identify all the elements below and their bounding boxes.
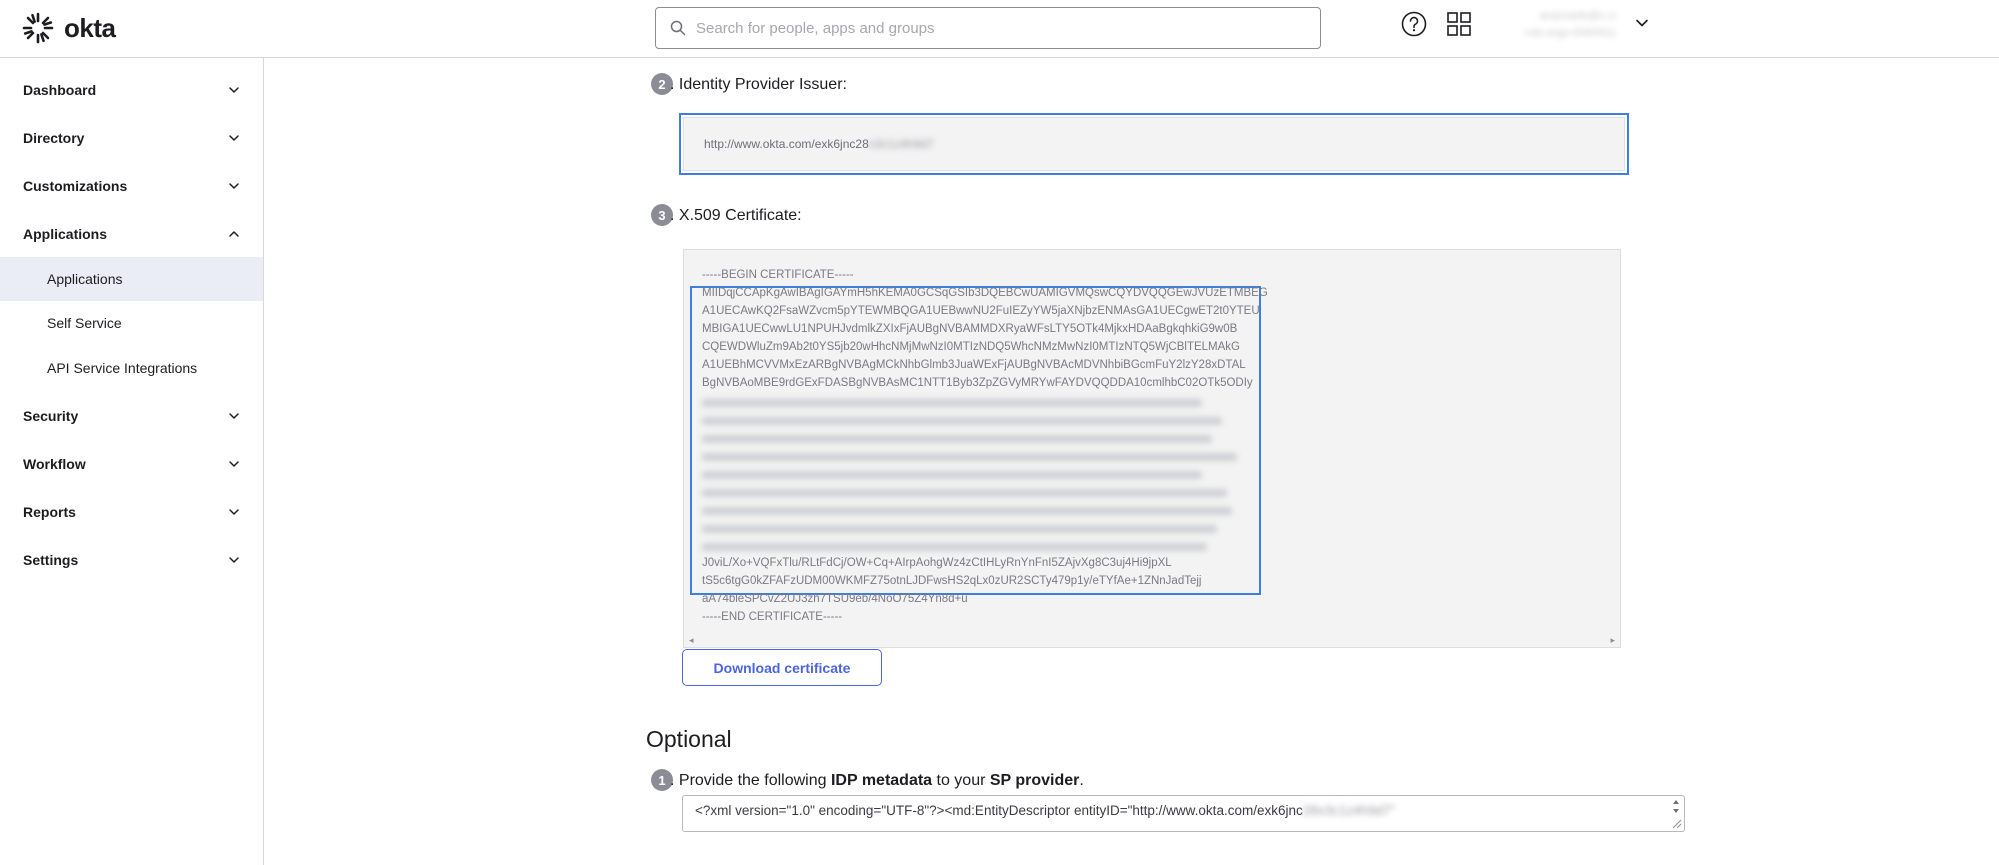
optional-section-title: Optional [646,726,732,752]
user-org: ruls-sogn-8484911 [1525,27,1616,39]
sidebar-item-workflow[interactable]: Workflow [0,444,263,484]
cert-begin-line: -----BEGIN CERTIFICATE----- [702,269,854,281]
metadata-value-redacted: 28x3c1z4h9d7" [1302,803,1396,818]
chevron-down-icon [229,413,239,419]
user-email: anarosefe@c.ci [1539,10,1616,22]
cert-line: J0viL/Xo+VQFxTlu/RLtFdCj/OW+Cq+AIrpAohgW… [702,557,1172,569]
sidebar-subitem-self-service[interactable]: Self Service [0,301,263,345]
sidebar-item-label: Reports [23,504,76,520]
instruction-idp-metadata: IDP metadata [830,772,933,789]
cert-line: CQEWDWluZm9Ab2t0YS5jb20wHhcNMjMwNzI0MTIz… [702,341,1241,353]
global-search[interactable] [655,7,1321,49]
chevron-down-icon [229,461,239,467]
idp-metadata-textarea[interactable]: <?xml version="1.0" encoding="UTF-8"?><m… [682,795,1685,832]
sidebar-item-customizations[interactable]: Customizations [0,166,263,206]
cert-line: MIIDqjCCApKgAwIBAgIGAYmH5hKEMA0GCSqGSIb3… [702,287,1268,299]
issuer-value-redacted: x3c1z4h9d7 [868,137,934,151]
cert-line: BgNVBAoMBE9rdGExFDASBgNVBAsMC1NTT1Byb3Zp… [702,377,1253,389]
okta-logo[interactable]: okta [22,12,116,44]
help-icon[interactable] [1400,10,1428,38]
horizontal-scrollbar[interactable]: ◂ ▸ [684,633,1620,647]
cert-redacted-line [702,399,1202,407]
cert-redacted-line [702,417,1222,425]
identity-provider-issuer-label: . Identity Provider Issuer: [670,76,847,93]
top-header: okta anarosefe@c.ci ruls-sogn-8484911 [0,0,1999,58]
sidebar-item-label: Workflow [23,456,86,472]
app-grid-icon[interactable] [1445,10,1473,38]
chevron-down-icon [229,87,239,93]
cert-line: MBIGA1UECwwLU1NPUHJvdmlkZXIxFjAUBgNVBAMM… [702,323,1238,335]
sidebar-subitem-label: Applications [47,271,123,287]
sidebar-item-label: Applications [23,226,108,242]
user-menu[interactable]: anarosefe@c.ci ruls-sogn-8484911 [1486,8,1616,44]
cert-redacted-line [702,453,1237,461]
x509-certificate-label: . X.509 Certificate: [670,207,802,224]
cert-line: aA74bleSPCvZ2UJ3zh7TSU9eb/4NoO75Z4Yn8d+u [702,593,968,605]
scroll-left-icon[interactable]: ◂ [689,635,694,646]
sidebar-item-directory[interactable]: Directory [0,118,263,158]
instruction-sp-provider: SP provider [989,772,1080,789]
metadata-value: <?xml version="1.0" encoding="UTF-8"?><m… [695,803,1303,818]
issuer-field[interactable]: http://www.okta.com/exk6jnc28 x3c1z4h9d7 [679,113,1629,175]
cert-redacted-line [702,435,1212,443]
chevron-down-icon [229,557,239,563]
sidebar-item-settings[interactable]: Settings [0,540,263,580]
sidebar-item-security[interactable]: Security [0,396,263,436]
sidebar-item-label: Directory [23,130,85,146]
sidebar-item-dashboard[interactable]: Dashboard [0,70,263,110]
issuer-value-container: http://www.okta.com/exk6jnc28 x3c1z4h9d7 [683,117,1625,171]
cert-redacted-line [702,489,1227,497]
certificate-textarea[interactable]: -----BEGIN CERTIFICATE----- MIIDqjCCApKg… [683,249,1621,648]
chevron-down-icon [229,183,239,189]
cert-end-line: -----END CERTIFICATE----- [702,611,843,623]
chevron-up-icon [229,231,239,237]
instruction-suffix: . [1079,772,1084,789]
metadata-scrollbar[interactable] [1669,797,1683,830]
issuer-value: http://www.okta.com/exk6jnc28 [704,137,869,151]
chevron-down-icon[interactable] [1633,14,1651,32]
sidebar-item-label: Customizations [23,178,128,194]
chevron-down-icon [229,135,239,141]
cert-redacted-line [702,543,1207,551]
sidebar-subitem-applications[interactable]: Applications [0,257,263,301]
sidebar-subitem-api-service-integrations[interactable]: API Service Integrations [0,346,263,390]
sidebar-item-label: Settings [23,552,79,568]
sidebar-item-reports[interactable]: Reports [0,492,263,532]
cert-redacted-line [702,471,1202,479]
logo-text: okta [64,12,116,43]
cert-line: A1UEBhMCVVMxEzARBgNVBAgMCkNhbGlmb3JuaWEx… [702,359,1246,371]
instruction-middle: to your [932,772,990,789]
sidebar-subitem-label: API Service Integrations [47,360,198,376]
sidebar-item-label: Security [23,408,79,424]
search-input[interactable] [696,19,1296,37]
okta-logo-icon [22,12,54,44]
search-icon [670,20,686,36]
sidebar-subitem-label: Self Service [47,315,122,331]
sidebar-item-applications[interactable]: Applications [0,214,263,254]
cert-redacted-line [702,525,1217,533]
sidebar-item-label: Dashboard [23,82,97,98]
scroll-right-icon[interactable]: ▸ [1610,635,1615,646]
chevron-down-icon [229,509,239,515]
instruction-prefix: . Provide the following [670,772,831,789]
cert-line: tS5c6tgG0kZFAFzUDM00WKMFZ75otnLJDFwsHS2q… [702,575,1202,587]
sidebar: Dashboard Directory Customizations Appli… [0,58,264,865]
download-certificate-button[interactable]: Download certificate [682,649,882,686]
cert-line: A1UECAwKQ2FsaWZvcm5pYTEWMBQGA1UEBwwNU2Fu… [702,305,1260,317]
idp-metadata-instruction: . Provide the following IDP metadata to … [670,772,1084,790]
cert-redacted-line [702,507,1232,515]
